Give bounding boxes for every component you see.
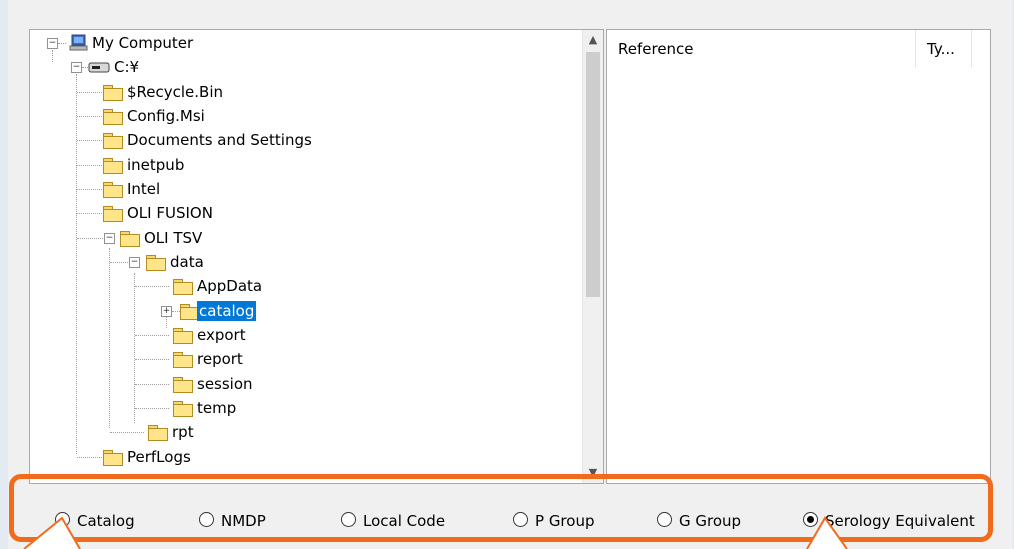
tree-connector — [77, 165, 102, 166]
tree-connector — [172, 311, 180, 312]
tree-connector — [77, 189, 102, 190]
tree-node-label-selected: catalog — [197, 301, 257, 321]
tree-connector — [77, 457, 102, 458]
tree-node-drive-c[interactable]: − C:¥ — [30, 56, 330, 78]
tree-connector — [135, 384, 169, 385]
tree-node-label: Config.Msi — [127, 107, 205, 125]
tree-node-label: AppData — [197, 277, 263, 295]
tree-connector — [77, 213, 102, 214]
tree-node-folder[interactable]: temp — [30, 397, 330, 419]
tree-node-label: $Recycle.Bin — [127, 83, 224, 101]
tree-node-label: Documents and Settings — [127, 131, 312, 149]
tree-node-folder[interactable]: Intel — [30, 178, 330, 200]
folder-open-icon — [146, 255, 166, 271]
folder-icon — [173, 279, 193, 295]
tree-node-folder[interactable]: Documents and Settings — [30, 129, 370, 151]
tree-node-folder[interactable]: report — [30, 348, 330, 370]
tree-node-folder[interactable]: Config.Msi — [30, 105, 330, 127]
tree-node-folder[interactable]: session — [30, 373, 330, 395]
tree-node-label: report — [197, 350, 243, 368]
callout-pointer-right — [806, 516, 848, 549]
tree-node-label: OLI TSV — [144, 229, 203, 247]
collapse-icon[interactable]: − — [47, 38, 58, 49]
tree-connector — [58, 43, 66, 44]
tree-node-folder-expanded[interactable]: − data — [30, 251, 330, 273]
tree-node-folder-expanded[interactable]: − OLI TSV — [30, 227, 330, 249]
collapse-icon[interactable]: − — [129, 257, 140, 268]
folder-icon — [103, 158, 123, 174]
tree-node-label: session — [197, 375, 253, 393]
tree-node-label: My Computer — [92, 34, 194, 52]
tree-node-my-computer[interactable]: − My Computer — [30, 32, 330, 54]
callout-pointer-left — [23, 516, 81, 549]
tree-node-label: Intel — [127, 180, 161, 198]
folder-icon — [103, 109, 123, 125]
tree-connector — [77, 116, 102, 117]
tree-node-folder[interactable]: export — [30, 324, 330, 346]
tree-node-label: PerfLogs — [127, 448, 191, 466]
tree-connector — [77, 140, 102, 141]
radio-label: NMDP — [221, 512, 266, 530]
folder-icon — [173, 352, 193, 368]
reference-list-view[interactable]: Reference Ty... — [606, 29, 991, 484]
tree-connector — [135, 359, 169, 360]
folder-icon — [148, 425, 168, 441]
folder-icon — [103, 133, 123, 149]
tree-node-label: OLI FUSION — [127, 204, 213, 222]
folder-icon — [173, 377, 193, 393]
tree-node-folder[interactable]: inetpub — [30, 154, 330, 176]
folder-tree-view[interactable]: − My Computer − C:¥ $Recycle.Bin Config.… — [29, 29, 604, 484]
tree-node-label: rpt — [172, 423, 194, 441]
tree-node-label: data — [170, 253, 204, 271]
folder-icon — [103, 182, 123, 198]
radio-label: G Group — [679, 512, 742, 530]
radio-button-unchecked[interactable] — [341, 512, 356, 527]
tree-node-label: temp — [197, 399, 237, 417]
collapse-icon[interactable]: − — [104, 233, 115, 244]
radio-button-unchecked[interactable] — [199, 512, 214, 527]
radio-label: Local Code — [363, 512, 446, 530]
tree-connector — [77, 92, 102, 93]
tree-node-folder[interactable]: $Recycle.Bin — [30, 81, 330, 103]
expand-icon[interactable]: + — [161, 306, 172, 317]
column-header-type[interactable]: Ty... — [916, 30, 972, 68]
collapse-icon[interactable]: − — [71, 62, 82, 73]
tree-connector — [135, 408, 169, 409]
tree-node-folder[interactable]: OLI FUSION — [30, 202, 330, 224]
tree-node-folder-selected[interactable]: + catalog — [30, 300, 330, 322]
column-header-reference[interactable]: Reference — [607, 30, 916, 68]
tree-node-label: inetpub — [127, 156, 185, 174]
radio-button-unchecked[interactable] — [657, 512, 672, 527]
folder-icon — [103, 206, 123, 222]
folder-icon — [173, 401, 193, 417]
folder-open-icon — [120, 231, 140, 247]
radio-button-unchecked[interactable] — [513, 512, 528, 527]
radio-label: P Group — [535, 512, 595, 530]
tree-node-folder[interactable]: rpt — [30, 421, 330, 443]
tree-node-label: export — [197, 326, 246, 344]
folder-icon — [173, 328, 193, 344]
tree-connector — [110, 262, 128, 263]
tree-node-folder[interactable]: PerfLogs — [30, 446, 330, 468]
tree-connector — [110, 432, 144, 433]
tree-connector — [135, 335, 169, 336]
scrollbar-thumb[interactable] — [586, 52, 600, 297]
tree-node-folder[interactable]: AppData — [30, 275, 330, 297]
folder-icon — [103, 450, 123, 466]
computer-icon — [69, 34, 88, 51]
scroll-up-icon[interactable]: ▲ — [583, 30, 603, 50]
tree-connector — [135, 286, 169, 287]
drive-icon — [88, 62, 110, 73]
tree-connector — [77, 238, 103, 239]
tree-vertical-scrollbar[interactable]: ▲ ▼ — [582, 30, 603, 483]
tree-node-label: C:¥ — [114, 58, 140, 76]
folder-icon — [103, 85, 123, 101]
